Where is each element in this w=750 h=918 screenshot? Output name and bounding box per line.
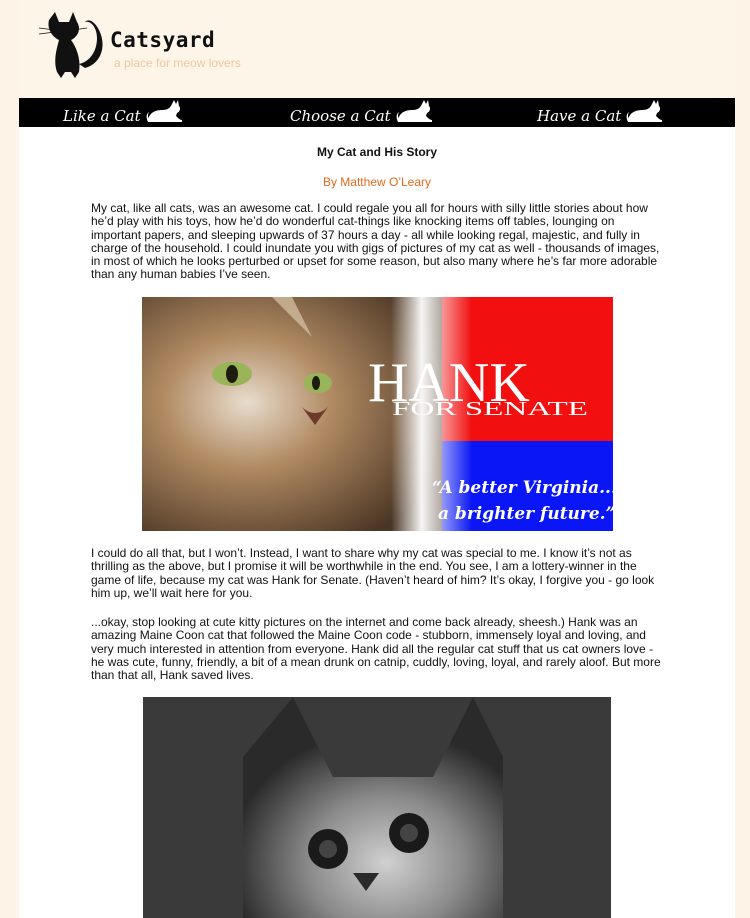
hank-for-senate-image: HANK FOR SENATE “A better Virginia... a … — [142, 297, 613, 531]
nav-choose-a-cat[interactable]: Choose a Cat — [290, 98, 432, 127]
site-title[interactable]: Catsyard — [110, 28, 215, 52]
cat-logo-icon[interactable] — [35, 10, 105, 78]
nav-label: Have a Cat — [537, 107, 622, 125]
cat-icon — [146, 100, 182, 122]
cat-icon — [396, 100, 432, 122]
article-author: By Matthew O’Leary — [322, 175, 432, 189]
article-paragraph: My cat, like all cats, was an awesome ca… — [91, 201, 660, 282]
nav-label: Choose a Cat — [290, 107, 391, 125]
poster-slogan-line1: “A better Virginia... — [432, 478, 613, 498]
article-title: My Cat and His Story — [316, 145, 438, 159]
main-nav: Like a Cat Choose a Cat Have a Cat — [19, 98, 735, 127]
poster-slogan-line2: a brighter future.” — [438, 504, 613, 524]
article-paragraph: ...okay, stop looking at cute kitty pict… — [91, 615, 661, 683]
site-header: Catsyard a place for meow lovers — [19, 0, 735, 98]
nav-like-a-cat[interactable]: Like a Cat — [63, 98, 182, 127]
nav-label: Like a Cat — [63, 107, 141, 125]
article-paragraph: I could do all that, but I won’t. Instea… — [91, 546, 655, 600]
poster-subtitle: FOR SENATE — [392, 398, 588, 420]
cat-photo-bw — [143, 697, 611, 918]
cat-icon — [626, 100, 663, 122]
nav-have-a-cat[interactable]: Have a Cat — [537, 98, 663, 127]
site-tagline: a place for meow lovers — [114, 56, 241, 70]
